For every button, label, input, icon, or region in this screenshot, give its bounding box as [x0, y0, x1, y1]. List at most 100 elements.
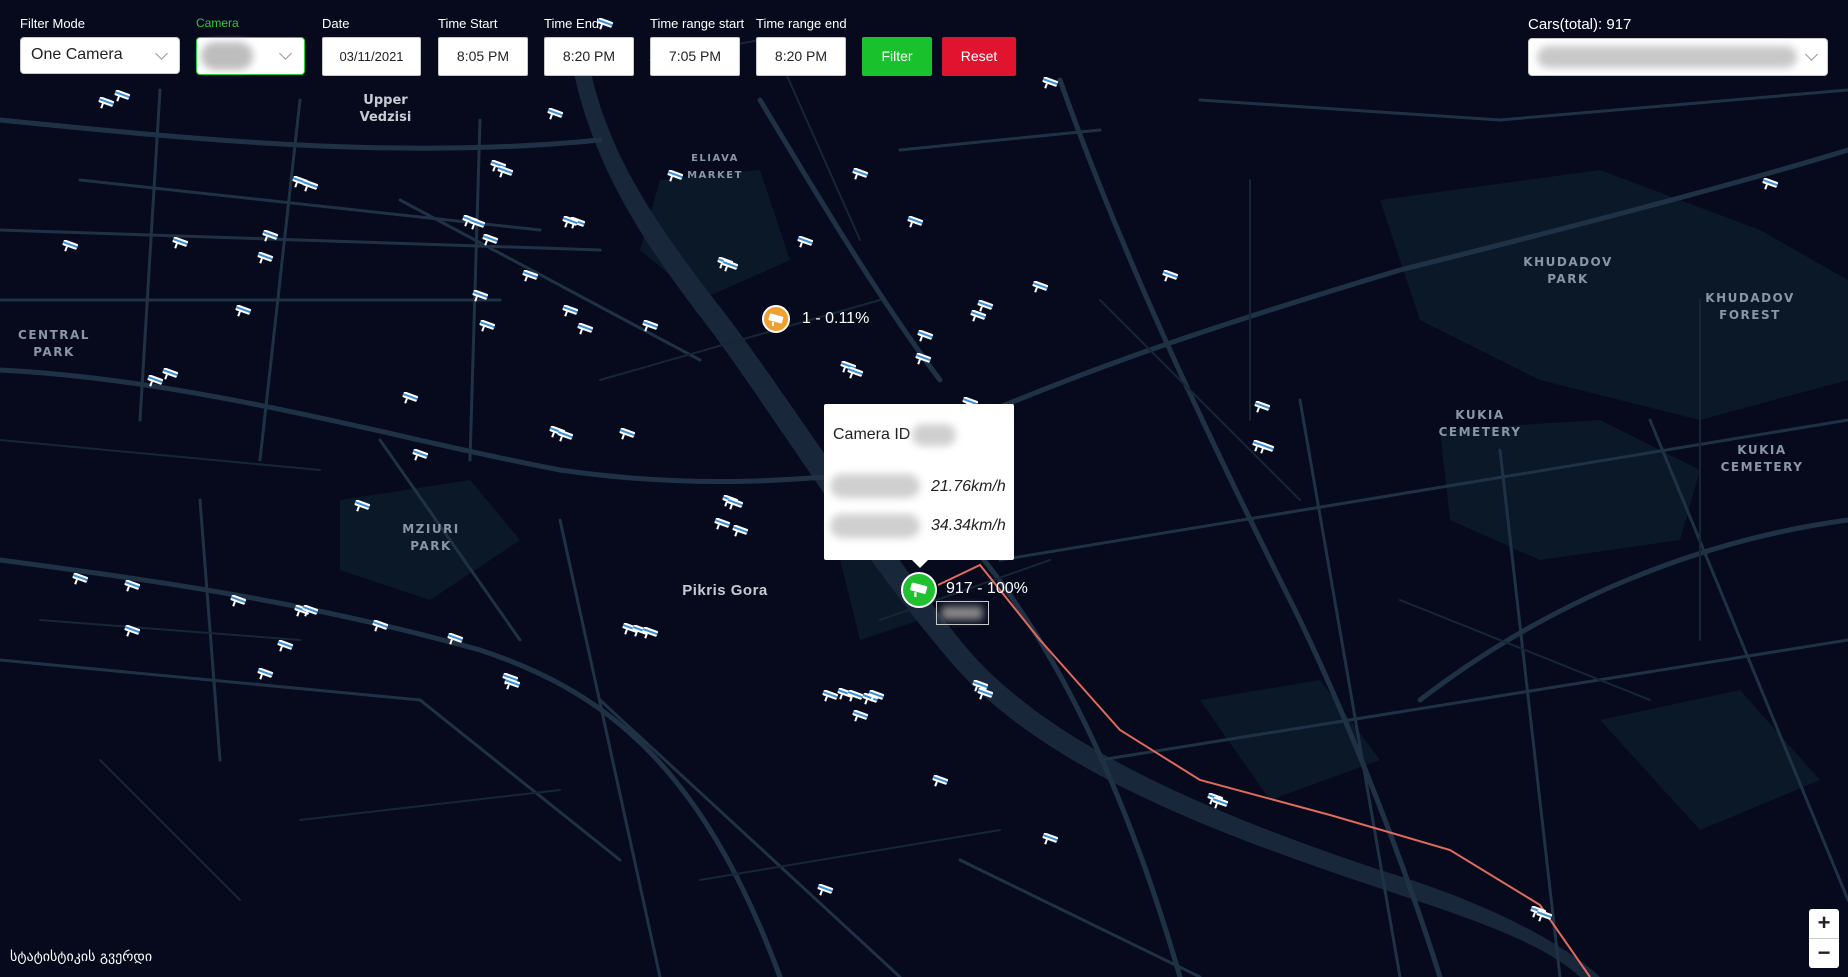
- camera-icon[interactable]: [495, 166, 517, 180]
- camera-icon[interactable]: [122, 625, 144, 639]
- camera-icon[interactable]: [1534, 910, 1556, 924]
- cars-select-value-redacted: [1537, 46, 1797, 68]
- map-label-khudadov-forest: KHUDADOV FOREST: [1705, 291, 1795, 322]
- camera-icon[interactable]: [160, 368, 182, 382]
- camera-icon[interactable]: [480, 234, 502, 248]
- camera-icon[interactable]: [70, 573, 92, 587]
- camera-icon[interactable]: [1760, 178, 1782, 192]
- camera-icon[interactable]: [170, 237, 192, 251]
- origin-marker[interactable]: [762, 305, 790, 333]
- cars-select[interactable]: [1528, 38, 1828, 76]
- time-range-end-input[interactable]: 8:20 PM: [756, 37, 846, 76]
- map-label-mziuri-park: MZIURI PARK: [402, 522, 460, 553]
- camera-icon: [910, 582, 928, 597]
- camera-icon[interactable]: [555, 430, 577, 444]
- time-end-input[interactable]: 8:20 PM: [544, 37, 634, 76]
- popup-speed-2: 34.34km/h: [931, 517, 1006, 534]
- camera-icon[interactable]: [467, 218, 489, 232]
- camera-icon[interactable]: [400, 392, 422, 406]
- time-end-label: Time End: [544, 16, 600, 31]
- camera-icon[interactable]: [1252, 401, 1274, 415]
- camera-icon[interactable]: [255, 668, 277, 682]
- camera-popup: Camera ID 21.76km/h 34.34km/h: [824, 404, 1014, 568]
- camera-icon[interactable]: [665, 170, 687, 184]
- camera-icon[interactable]: [1210, 797, 1232, 811]
- time-range-start-label: Time range start: [650, 16, 745, 31]
- filter-button[interactable]: Filter: [862, 37, 932, 76]
- filter-mode-value: One Camera: [31, 46, 123, 63]
- chevron-down-icon: [155, 47, 168, 60]
- camera-icon[interactable]: [260, 230, 282, 244]
- camera-icon[interactable]: [815, 884, 837, 898]
- target-marker-id-box: [936, 601, 989, 625]
- camera-icon[interactable]: [730, 525, 752, 539]
- time-range-end-label: Time range end: [756, 16, 847, 31]
- map-label-central-park: CENTRAL PARK: [18, 328, 90, 359]
- origin-marker-label: 1 - 0.11%: [802, 310, 870, 327]
- camera-icon[interactable]: [640, 320, 662, 334]
- camera-icon[interactable]: [930, 775, 952, 789]
- chevron-down-icon: [1805, 48, 1818, 61]
- zoom-out-button[interactable]: −: [1809, 939, 1839, 968]
- camera-icon[interactable]: [60, 240, 82, 254]
- camera-icon[interactable]: [1040, 77, 1062, 91]
- popup-plate-redacted-2: [830, 514, 920, 538]
- camera-icon[interactable]: [913, 353, 935, 367]
- camera-icon[interactable]: [1160, 270, 1182, 284]
- reset-button[interactable]: Reset: [942, 37, 1016, 76]
- camera-icon[interactable]: [845, 367, 867, 381]
- filter-mode-select[interactable]: One Camera: [20, 37, 180, 74]
- chevron-down-icon: [279, 47, 292, 60]
- camera-icon[interactable]: [300, 180, 322, 194]
- camera-icon[interactable]: [640, 627, 662, 641]
- camera-select[interactable]: [196, 37, 305, 75]
- camera-icon[interactable]: [1030, 281, 1052, 295]
- camera-icon[interactable]: [502, 678, 524, 692]
- camera-icon[interactable]: [445, 633, 467, 647]
- camera-icon[interactable]: [1256, 442, 1278, 456]
- time-range-start-input[interactable]: 7:05 PM: [650, 37, 740, 76]
- camera-icon[interactable]: [575, 323, 597, 337]
- camera-icon[interactable]: [352, 500, 374, 514]
- camera-icon[interactable]: [720, 260, 742, 274]
- camera-icon[interactable]: [617, 428, 639, 442]
- camera-icon[interactable]: [905, 216, 927, 230]
- camera-icon[interactable]: [866, 690, 888, 704]
- camera-icon[interactable]: [850, 710, 872, 724]
- camera-icon[interactable]: [370, 620, 392, 634]
- zoom-in-button[interactable]: +: [1809, 909, 1839, 939]
- camera-icon: [768, 313, 784, 326]
- camera-icon[interactable]: [560, 305, 582, 319]
- popup-plate-redacted-1: [830, 474, 920, 498]
- camera-icon[interactable]: [255, 252, 277, 266]
- camera-icon[interactable]: [112, 90, 134, 104]
- target-marker[interactable]: [901, 572, 937, 608]
- camera-icon[interactable]: [795, 236, 817, 250]
- camera-icon[interactable]: [122, 580, 144, 594]
- camera-icon[interactable]: [725, 498, 747, 512]
- camera-icon[interactable]: [545, 108, 567, 122]
- camera-icon[interactable]: [520, 270, 542, 284]
- camera-icon[interactable]: [975, 688, 997, 702]
- map-label-kukia-cemetery-2: KUKIA CEMETERY: [1720, 443, 1804, 474]
- camera-icon[interactable]: [228, 595, 250, 609]
- camera-select-value-redacted: [201, 42, 253, 70]
- camera-icon[interactable]: [233, 305, 255, 319]
- statistics-page-link[interactable]: სტატისტიკის გვერდი: [10, 949, 152, 965]
- camera-icon[interactable]: [470, 290, 492, 304]
- camera-icon[interactable]: [915, 330, 937, 344]
- camera-icon[interactable]: [968, 310, 990, 324]
- map-label-pikris-gora: Pikris Gora: [682, 582, 768, 599]
- camera-icon[interactable]: [1040, 833, 1062, 847]
- camera-icon[interactable]: [850, 168, 872, 182]
- filter-mode-label: Filter Mode: [20, 16, 86, 31]
- camera-icon[interactable]: [477, 320, 499, 334]
- camera-icon[interactable]: [560, 216, 582, 230]
- camera-icon[interactable]: [410, 449, 432, 463]
- camera-icon[interactable]: [275, 640, 297, 654]
- map-label-eliava-market: ELIAVA MARKET: [687, 153, 743, 181]
- map-label-khudadov-park: KHUDADOV PARK: [1523, 255, 1613, 286]
- date-input[interactable]: 03/11/2021: [322, 37, 421, 76]
- camera-icon[interactable]: [300, 605, 322, 619]
- time-start-input[interactable]: 8:05 PM: [438, 37, 528, 76]
